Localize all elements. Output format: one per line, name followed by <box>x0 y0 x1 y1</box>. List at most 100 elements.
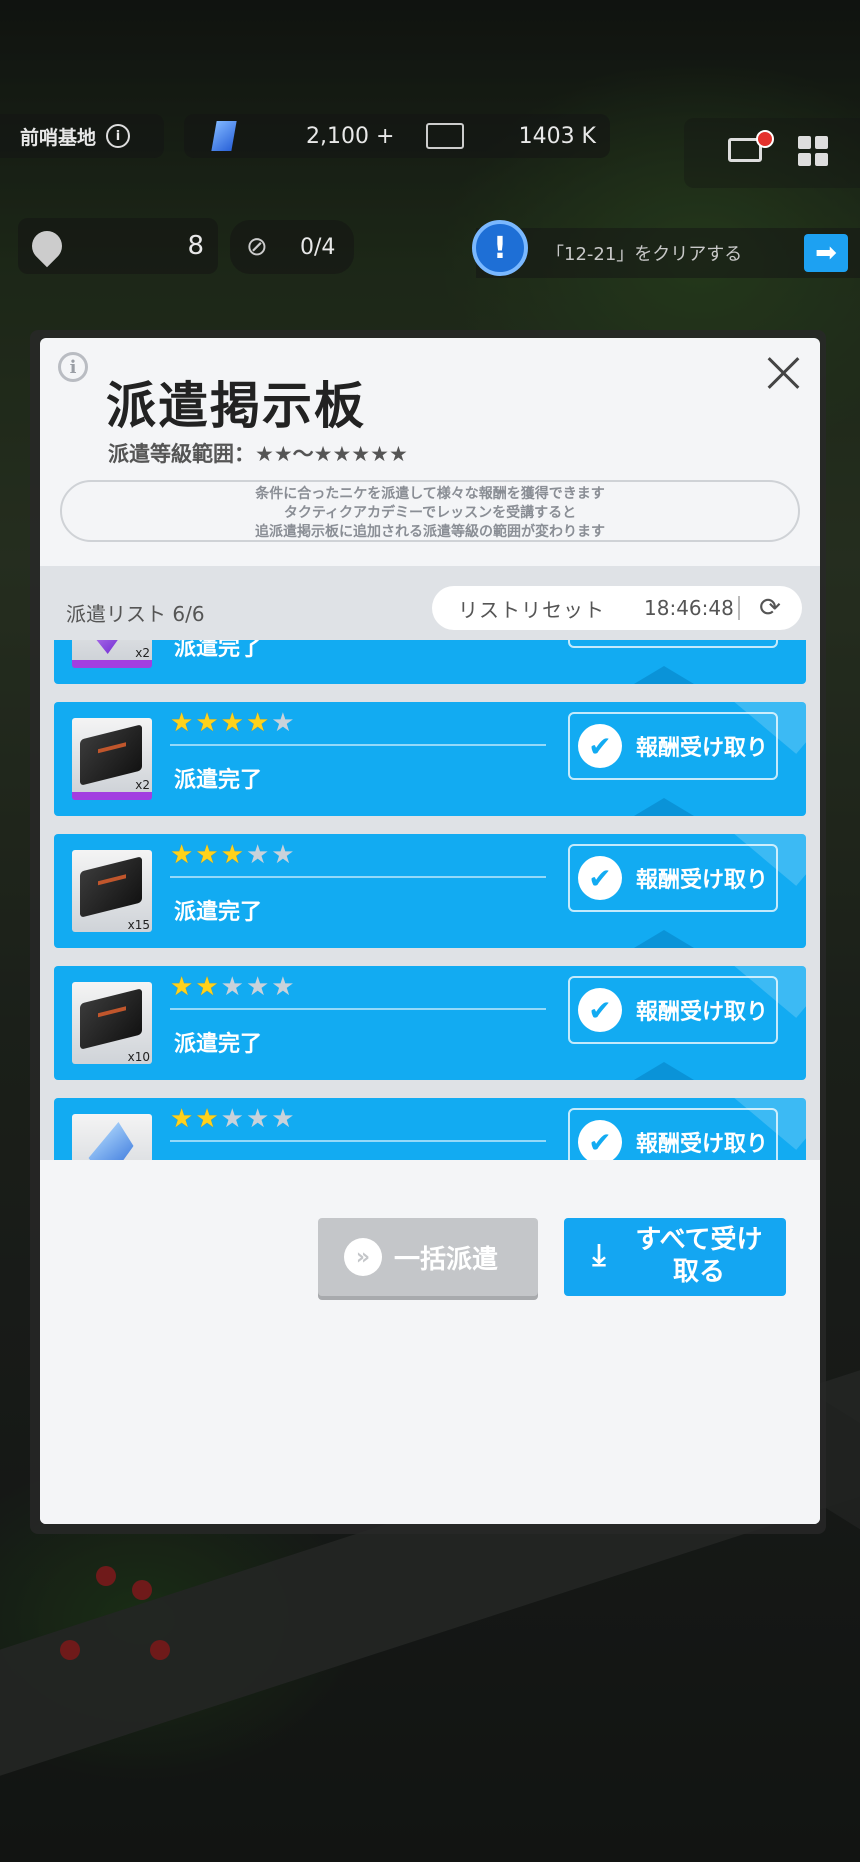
dispatch-status: 派遣完了 <box>174 640 263 661</box>
claim-reward-button[interactable]: ✔報酬受け取り <box>568 844 778 912</box>
alert-icon: ! <box>472 220 528 276</box>
item-art <box>80 988 142 1050</box>
star-icon: ★ <box>245 840 272 870</box>
equipment-case-icon[interactable]: x10 <box>72 982 152 1064</box>
item-art <box>83 640 140 654</box>
dispatch-row: x15★★★★★派遣完了✔報酬受け取り <box>54 1098 806 1160</box>
claim-reward-button[interactable]: ✔ 報酬受け取り <box>568 1108 778 1160</box>
star-icon: ★ <box>220 1104 246 1134</box>
row-notch <box>634 930 694 948</box>
notification-dot <box>756 130 774 148</box>
item-quantity: x15 <box>127 918 150 932</box>
item-quantity: x2 <box>135 646 150 660</box>
star-icon: ★ <box>170 840 196 870</box>
reset-timer: 18:46:48 <box>644 596 734 620</box>
claim-all-line: 取る <box>672 1257 725 1287</box>
star-rating: ★★★★★ <box>170 1104 297 1134</box>
star-icon: ★ <box>170 708 196 738</box>
gem-icon <box>211 121 237 151</box>
star-icon: ★ <box>170 1104 196 1134</box>
double-chevron-icon: » <box>344 1238 382 1276</box>
pin-counter[interactable]: 8 <box>18 218 218 274</box>
star-icon: ★ <box>271 1104 297 1134</box>
dispatch-status: 派遣完了 <box>174 768 263 793</box>
check-icon: ✔ <box>578 724 622 768</box>
divider <box>170 876 546 878</box>
check-icon: ✔ <box>578 1120 622 1160</box>
arrow-right-icon[interactable]: ➡ <box>804 234 848 272</box>
info-icon[interactable]: i <box>106 124 131 148</box>
item-quantity: x2 <box>135 778 150 792</box>
claim-reward-button[interactable]: ✔報酬受け取り <box>568 640 778 648</box>
mission-text: 「12-21」をクリアする <box>546 244 743 265</box>
row-notch <box>634 666 694 684</box>
bulk-dispatch-button[interactable]: » 一括派遣 <box>318 1218 538 1296</box>
refresh-icon[interactable]: ⟳ <box>754 592 786 624</box>
star-icon: ★ <box>245 972 272 1002</box>
dispatch-status: 派遣完了 <box>174 900 263 925</box>
star-icon: ★ <box>220 972 246 1002</box>
description-line: 追派遣掲示板に追加される派遣等級の範囲が変わります <box>255 524 605 540</box>
row-notch <box>634 798 694 816</box>
clip-counter[interactable]: ⊘ 0/4 <box>230 220 354 274</box>
star-icon: ★ <box>271 840 297 870</box>
gem-count[interactable]: 2,100 + <box>306 124 394 149</box>
divider <box>170 1140 546 1142</box>
dispatch-list-count: 派遣リスト 6/6 <box>66 602 205 626</box>
star-icon: ★ <box>195 708 221 738</box>
star-icon: ★ <box>245 1104 272 1134</box>
close-icon[interactable] <box>762 352 804 394</box>
reset-label: リストリセット <box>458 597 605 622</box>
top-right-menu <box>684 118 860 188</box>
dispatch-list[interactable]: x2★★★★★派遣完了✔報酬受け取りx2★★★★★派遣完了✔報酬受け取りx15★… <box>40 640 820 1160</box>
star-rating: ★★★★★ <box>170 972 297 1002</box>
claim-reward-button[interactable]: ✔報酬受け取り <box>568 976 778 1044</box>
divider <box>170 1008 546 1010</box>
resource-bar: 2,100 + 1403 K <box>184 114 610 158</box>
blue-crystal-icon[interactable]: x15 <box>72 1114 152 1160</box>
dialog-footer: » 一括派遣 ⤓ すべて受け 取る <box>40 1160 820 1524</box>
claim-reward-label: 報酬受け取り <box>636 736 769 761</box>
description-box: 条件に合ったニケを派遣して様々な報酬を獲得できます タクティクアカデミーでレッス… <box>60 480 800 542</box>
equipment-case-icon[interactable]: x15 <box>72 850 152 932</box>
dialog-title: 派遣掲示板 <box>106 377 366 435</box>
credit-count: 1403 K <box>518 123 596 149</box>
credit-icon <box>426 123 464 149</box>
dispatch-status: 派遣完了 <box>174 1032 263 1057</box>
claim-reward-label: 報酬受け取り <box>636 1132 769 1157</box>
claim-all-button[interactable]: ⤓ すべて受け 取る <box>564 1218 786 1296</box>
star-icon: ★ <box>271 972 297 1002</box>
paperclip-icon: ⊘ <box>246 232 268 262</box>
clip-count: 0/4 <box>300 234 336 260</box>
description-line: 条件に合ったニケを派遣して様々な報酬を獲得できます <box>255 486 605 502</box>
claim-all-label: すべて受け 取る <box>624 1224 774 1288</box>
star-icon: ★ <box>195 972 221 1002</box>
dispatch-board-dialog: i 派遣掲示板 派遣等級範囲：★★〜★★★★★ 条件に合ったニケを派遣して様々な… <box>40 338 820 1524</box>
star-rating: ★★★★★ <box>170 708 297 738</box>
star-icon: ★ <box>195 840 221 870</box>
download-icon: ⤓ <box>592 1237 606 1273</box>
base-location-label[interactable]: 前哨基地 i <box>0 114 164 158</box>
grade-range: 派遣等級範囲：★★〜★★★★★ <box>108 442 408 466</box>
star-icon: ★ <box>170 972 196 1002</box>
location-pin-icon <box>25 224 69 268</box>
item-quantity: x10 <box>127 1050 150 1064</box>
equipment-case-icon[interactable]: x2 <box>72 718 152 800</box>
star-icon: ★ <box>220 708 246 738</box>
purple-crystal-icon[interactable]: x2 <box>72 640 152 668</box>
mission-banner[interactable]: ! 「12-21」をクリアする ➡ <box>472 220 860 278</box>
pin-count: 8 <box>187 231 204 261</box>
star-rating: ★★★★★ <box>170 840 297 870</box>
item-art <box>80 724 142 786</box>
divider <box>170 744 546 746</box>
menu-grid-icon[interactable] <box>798 136 828 166</box>
item-art <box>80 856 142 918</box>
dispatch-row: x2 ★★★★★ 派遣完了 ✔ 報酬受け取り <box>54 702 806 816</box>
bulk-dispatch-label: 一括派遣 <box>394 1244 499 1275</box>
claim-reward-label: 報酬受け取り <box>636 868 769 893</box>
info-icon[interactable]: i <box>58 352 88 382</box>
claim-reward-button[interactable]: ✔ 報酬受け取り <box>568 712 778 780</box>
star-icon: ★ <box>271 708 297 738</box>
dispatch-row: x10 ★★★★★ 派遣完了 ✔ 報酬受け取り <box>54 966 806 1080</box>
row-notch <box>634 1062 694 1080</box>
